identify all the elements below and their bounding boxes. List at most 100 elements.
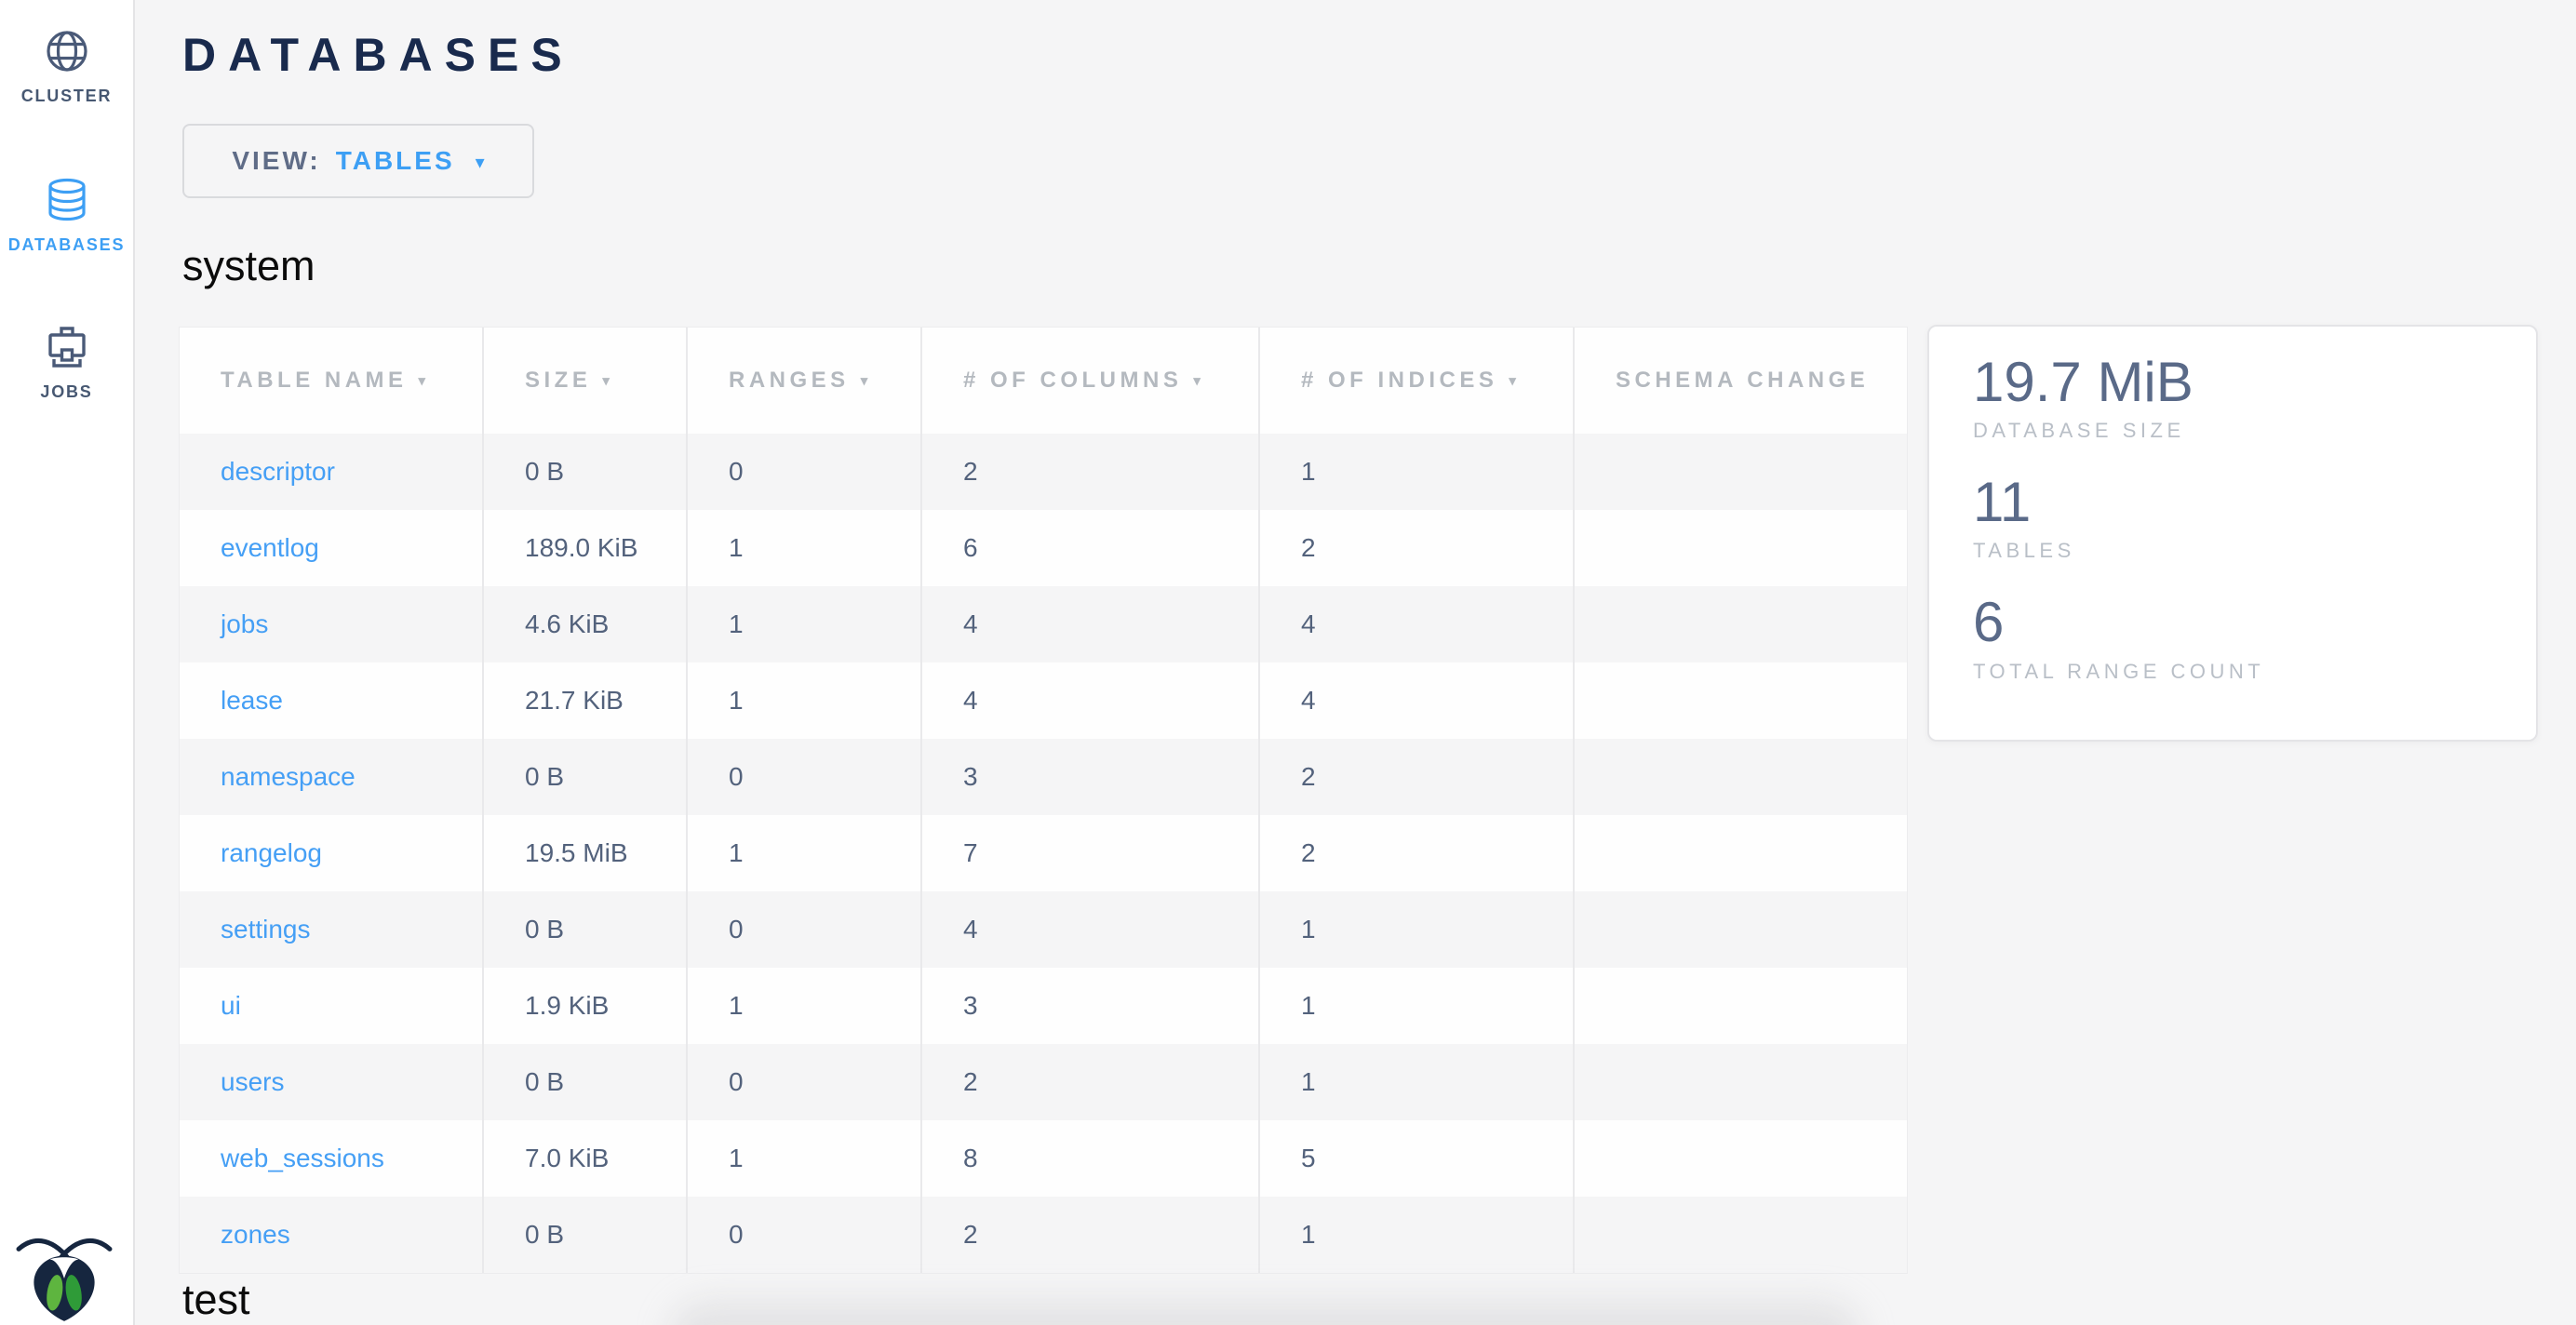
sort-arrow-icon: ▾: [602, 372, 613, 389]
table-row: namespace 0 B 0 3 2: [180, 739, 1907, 815]
schema-change-cell: [1575, 891, 1907, 968]
column-header-table-name[interactable]: TABLE NAME ▾: [180, 328, 484, 434]
range-count-stat: 6 TOTAL RANGE COUNT: [1973, 591, 2536, 683]
stat-value: 19.7 MiB: [1973, 351, 2536, 413]
column-header-size[interactable]: SIZE ▾: [484, 328, 688, 434]
table-name-link[interactable]: settings: [180, 891, 484, 968]
num-indices-cell: 1: [1260, 1044, 1575, 1120]
size-cell: 0 B: [484, 1197, 688, 1273]
ranges-cell: 0: [688, 1197, 922, 1273]
table-header-row: TABLE NAME ▾ SIZE ▾ RANGES ▾ # OF COLUMN…: [180, 328, 1907, 434]
sidebar: CLUSTER DATABASES JOBS: [0, 0, 135, 1325]
size-cell: 0 B: [484, 1044, 688, 1120]
table-row: descriptor 0 B 0 2 1: [180, 434, 1907, 510]
size-cell: 21.7 KiB: [484, 662, 688, 739]
table-name-link[interactable]: zones: [180, 1197, 484, 1273]
system-tables-table: TABLE NAME ▾ SIZE ▾ RANGES ▾ # OF COLUMN…: [179, 327, 1908, 1274]
ranges-cell: 1: [688, 510, 922, 586]
table-name-link[interactable]: descriptor: [180, 434, 484, 510]
stat-label: TOTAL RANGE COUNT: [1973, 660, 2536, 684]
stat-value: 11: [1973, 471, 2536, 533]
ranges-cell: 1: [688, 662, 922, 739]
size-cell: 0 B: [484, 434, 688, 510]
stat-label: DATABASE SIZE: [1973, 419, 2536, 443]
ranges-cell: 0: [688, 1044, 922, 1120]
table-name-link[interactable]: eventlog: [180, 510, 484, 586]
chevron-down-icon: ▾: [476, 151, 485, 174]
schema-change-cell: [1575, 586, 1907, 662]
ranges-cell: 1: [688, 968, 922, 1044]
table-row: rangelog 19.5 MiB 1 7 2: [180, 815, 1907, 891]
view-dropdown-label: VIEW:: [232, 146, 320, 176]
schema-change-cell: [1575, 662, 1907, 739]
num-indices-cell: 4: [1260, 586, 1575, 662]
ranges-cell: 0: [688, 891, 922, 968]
sidebar-item-databases[interactable]: DATABASES: [0, 177, 133, 255]
database-icon: [44, 177, 90, 223]
table-name-link[interactable]: ui: [180, 968, 484, 1044]
schema-change-cell: [1575, 968, 1907, 1044]
schema-change-cell: [1575, 1197, 1907, 1273]
sidebar-item-label: JOBS: [40, 382, 92, 402]
size-cell: 0 B: [484, 891, 688, 968]
num-indices-cell: 2: [1260, 510, 1575, 586]
size-cell: 0 B: [484, 739, 688, 815]
bottom-scroll-shadow: [670, 1301, 1861, 1325]
num-indices-cell: 2: [1260, 815, 1575, 891]
table-row: zones 0 B 0 2 1: [180, 1197, 1907, 1273]
table-name-link[interactable]: rangelog: [180, 815, 484, 891]
table-name-link[interactable]: lease: [180, 662, 484, 739]
table-row: ui 1.9 KiB 1 3 1: [180, 968, 1907, 1044]
num-indices-cell: 1: [1260, 434, 1575, 510]
cockroach-logo-icon: [16, 1238, 113, 1321]
section-heading-system: system: [182, 245, 315, 287]
num-columns-cell: 2: [922, 1044, 1260, 1120]
sort-arrow-icon: ▾: [1509, 372, 1520, 389]
num-indices-cell: 4: [1260, 662, 1575, 739]
num-indices-cell: 1: [1260, 1197, 1575, 1273]
num-columns-cell: 4: [922, 662, 1260, 739]
databases-page: CLUSTER DATABASES JOBS: [0, 0, 2576, 1325]
size-cell: 1.9 KiB: [484, 968, 688, 1044]
num-columns-cell: 6: [922, 510, 1260, 586]
table-row: eventlog 189.0 KiB 1 6 2: [180, 510, 1907, 586]
database-summary-card: 19.7 MiB DATABASE SIZE 11 TABLES 6 TOTAL…: [1927, 325, 2538, 742]
num-columns-cell: 7: [922, 815, 1260, 891]
column-header-ranges[interactable]: RANGES ▾: [688, 328, 922, 434]
view-dropdown[interactable]: VIEW: TABLES ▾: [182, 124, 534, 198]
sidebar-item-jobs[interactable]: JOBS: [0, 324, 133, 402]
ranges-cell: 1: [688, 1120, 922, 1197]
table-row: jobs 4.6 KiB 1 4 4: [180, 586, 1907, 662]
table-row: users 0 B 0 2 1: [180, 1044, 1907, 1120]
ranges-cell: 1: [688, 586, 922, 662]
table-name-link[interactable]: web_sessions: [180, 1120, 484, 1197]
table-row: lease 21.7 KiB 1 4 4: [180, 662, 1907, 739]
num-columns-cell: 4: [922, 891, 1260, 968]
num-indices-cell: 1: [1260, 968, 1575, 1044]
size-cell: 4.6 KiB: [484, 586, 688, 662]
num-columns-cell: 2: [922, 434, 1260, 510]
schema-change-cell: [1575, 510, 1907, 586]
num-indices-cell: 2: [1260, 739, 1575, 815]
table-row: settings 0 B 0 4 1: [180, 891, 1907, 968]
schema-change-cell: [1575, 739, 1907, 815]
briefcase-icon: [44, 324, 90, 370]
ranges-cell: 0: [688, 434, 922, 510]
column-header-num-indices[interactable]: # OF INDICES ▾: [1260, 328, 1575, 434]
database-size-stat: 19.7 MiB DATABASE SIZE: [1973, 351, 2536, 443]
sidebar-item-cluster[interactable]: CLUSTER: [0, 28, 133, 106]
sidebar-item-label: DATABASES: [8, 235, 126, 255]
schema-change-cell: [1575, 1120, 1907, 1197]
num-columns-cell: 2: [922, 1197, 1260, 1273]
size-cell: 189.0 KiB: [484, 510, 688, 586]
sort-arrow-icon: ▾: [1193, 372, 1204, 389]
num-indices-cell: 1: [1260, 891, 1575, 968]
table-name-link[interactable]: namespace: [180, 739, 484, 815]
sidebar-item-label: CLUSTER: [21, 87, 113, 106]
section-heading-test: test: [182, 1278, 250, 1320]
num-columns-cell: 3: [922, 968, 1260, 1044]
table-name-link[interactable]: users: [180, 1044, 484, 1120]
num-columns-cell: 4: [922, 586, 1260, 662]
column-header-num-columns[interactable]: # OF COLUMNS ▾: [922, 328, 1260, 434]
table-name-link[interactable]: jobs: [180, 586, 484, 662]
